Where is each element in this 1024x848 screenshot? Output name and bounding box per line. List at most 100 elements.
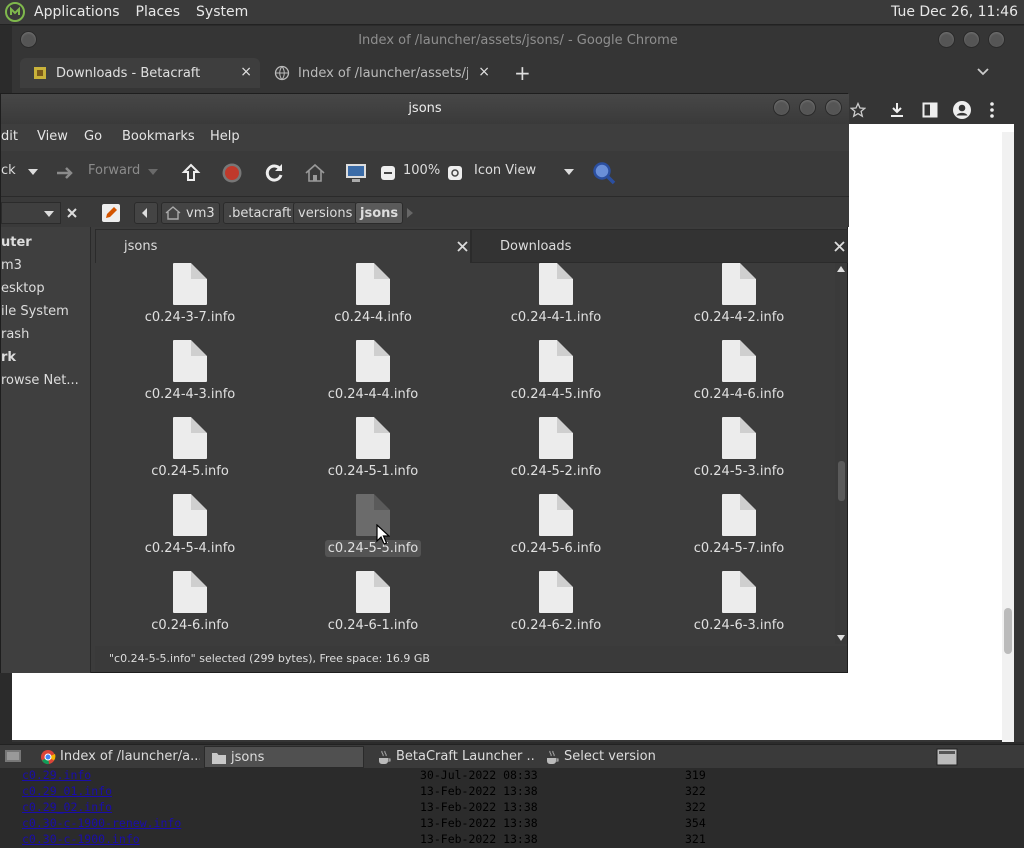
home-icon[interactable] bbox=[304, 163, 326, 183]
menu-edit[interactable]: dit bbox=[1, 129, 18, 144]
mate-logo-icon[interactable] bbox=[4, 1, 26, 23]
new-tab-icon[interactable]: + bbox=[514, 61, 531, 85]
breadcrumb-back-icon[interactable] bbox=[134, 202, 158, 224]
zoom-level[interactable]: 100% bbox=[403, 163, 440, 178]
back-history-dropdown-icon[interactable] bbox=[27, 168, 39, 176]
sidebar-place-item[interactable]: esktop bbox=[1, 281, 45, 296]
download-icon[interactable] bbox=[888, 101, 906, 119]
search-icon[interactable] bbox=[591, 160, 617, 186]
breadcrumb-vm3[interactable]: vm3 bbox=[161, 202, 220, 224]
file-item[interactable]: c0.24-5.info bbox=[115, 417, 265, 480]
sidebar-place-item[interactable]: rowse Net... bbox=[1, 373, 79, 388]
file-item[interactable]: c0.24-6.info bbox=[115, 571, 265, 634]
breadcrumb-betacraft[interactable]: .betacraft bbox=[223, 202, 297, 224]
close-tab-icon[interactable]: × bbox=[240, 64, 252, 80]
stop-icon[interactable] bbox=[221, 162, 243, 184]
tab-downloads-betacraft[interactable]: Downloads - Betacraft × bbox=[20, 58, 260, 88]
file-link[interactable]: c0.29_02.info bbox=[22, 800, 112, 814]
scrollbar-thumb[interactable] bbox=[1004, 608, 1012, 654]
close-tab-icon[interactable]: × bbox=[478, 64, 490, 80]
file-item[interactable]: c0.24-4-5.info bbox=[481, 340, 631, 403]
workspace-switcher-icon[interactable] bbox=[936, 748, 958, 766]
file-item[interactable]: c0.24-5-6.info bbox=[481, 494, 631, 557]
taskbar-item[interactable]: Select version bbox=[538, 746, 708, 768]
file-link[interactable]: c0.30-c-1900.info bbox=[22, 832, 140, 846]
side-panel-icon[interactable] bbox=[922, 102, 938, 118]
sidebar-place-item[interactable]: rash bbox=[1, 327, 29, 342]
breadcrumb-versions[interactable]: versions bbox=[293, 202, 358, 224]
sidebar-place-item[interactable]: ile System bbox=[1, 304, 69, 319]
close-sidebar-icon[interactable] bbox=[65, 206, 79, 220]
maximize-button[interactable] bbox=[799, 99, 816, 116]
close-button[interactable] bbox=[988, 31, 1005, 48]
chevron-down-icon[interactable] bbox=[976, 66, 990, 78]
file-item[interactable]: c0.24-5-7.info bbox=[664, 494, 814, 557]
file-item[interactable]: c0.24-5-1.info bbox=[298, 417, 448, 480]
menu-help[interactable]: Help bbox=[210, 129, 240, 144]
scroll-up-icon[interactable] bbox=[836, 265, 846, 273]
file-item[interactable]: c0.24-3-7.info bbox=[115, 263, 265, 326]
scrollbar-thumb[interactable] bbox=[838, 461, 845, 501]
clock[interactable]: Tue Dec 26, 11:46 bbox=[891, 0, 1018, 25]
minimize-button[interactable] bbox=[938, 31, 955, 48]
profile-icon[interactable] bbox=[952, 100, 972, 120]
close-button[interactable] bbox=[825, 99, 842, 116]
menu-system[interactable]: System bbox=[188, 0, 256, 25]
minimize-button[interactable] bbox=[773, 99, 790, 116]
view-mode-select[interactable]: Icon View bbox=[474, 163, 536, 178]
file-name: c0.24-4.info bbox=[334, 310, 412, 325]
menu-applications[interactable]: Applications bbox=[26, 0, 128, 25]
file-item[interactable]: c0.24-4.info bbox=[298, 263, 448, 326]
scroll-down-icon[interactable] bbox=[836, 634, 846, 642]
menu-view[interactable]: View bbox=[37, 129, 68, 144]
taskbar-item[interactable]: jsons bbox=[204, 746, 364, 768]
taskbar-item[interactable]: BetaCraft Launcher ... bbox=[370, 746, 536, 768]
file-item[interactable]: c0.24-4-4.info bbox=[298, 340, 448, 403]
computer-icon[interactable] bbox=[344, 161, 368, 185]
close-tab-icon[interactable] bbox=[457, 241, 468, 252]
file-item[interactable]: c0.24-6-1.info bbox=[298, 571, 448, 634]
bookmark-star-icon[interactable] bbox=[850, 102, 866, 118]
forward-history-dropdown-icon[interactable] bbox=[147, 168, 159, 176]
breadcrumb-forward-icon[interactable] bbox=[405, 207, 415, 219]
file-item[interactable]: c0.24-6-3.info bbox=[664, 571, 814, 634]
file-view-scrollbar[interactable] bbox=[835, 263, 847, 644]
taskbar-item[interactable]: Index of /launcher/a... bbox=[34, 746, 200, 768]
zoom-out-icon[interactable] bbox=[380, 165, 396, 181]
show-desktop-icon[interactable] bbox=[4, 748, 22, 766]
tab-downloads[interactable]: Downloads bbox=[471, 229, 848, 263]
menu-bookmarks[interactable]: Bookmarks bbox=[122, 129, 195, 144]
maximize-button[interactable] bbox=[963, 31, 980, 48]
edit-location-icon[interactable] bbox=[101, 203, 121, 223]
menu-places[interactable]: Places bbox=[128, 0, 189, 25]
file-link[interactable]: c0.29.info bbox=[22, 768, 91, 782]
forward-button[interactable]: Forward bbox=[88, 163, 140, 178]
file-item[interactable]: c0.24-4-1.info bbox=[481, 263, 631, 326]
file-link[interactable]: c0.29_01.info bbox=[22, 784, 112, 798]
up-arrow-icon[interactable] bbox=[181, 162, 201, 184]
sidebar-place-item[interactable]: m3 bbox=[1, 258, 22, 273]
more-menu-icon[interactable] bbox=[988, 101, 996, 119]
chevron-down-icon[interactable] bbox=[43, 210, 55, 218]
file-item[interactable]: c0.24-4-3.info bbox=[115, 340, 265, 403]
close-tab-icon[interactable] bbox=[834, 241, 845, 252]
file-item[interactable]: c0.24-5-3.info bbox=[664, 417, 814, 480]
tab-jsons[interactable]: jsons bbox=[95, 229, 471, 263]
file-item[interactable]: c0.24-5-4.info bbox=[115, 494, 265, 557]
back-button[interactable]: ck bbox=[1, 163, 16, 178]
tab-index-launcher[interactable]: Index of /launcher/assets/json × bbox=[268, 58, 498, 88]
page-scrollbar[interactable] bbox=[1002, 132, 1014, 742]
file-item[interactable]: c0.24-4-2.info bbox=[664, 263, 814, 326]
file-item[interactable]: c0.24-5-5.info bbox=[298, 494, 448, 557]
file-document-icon bbox=[722, 494, 756, 536]
file-link[interactable]: c0.30-c-1900-renew.info bbox=[22, 816, 181, 830]
view-mode-dropdown-icon[interactable] bbox=[563, 168, 575, 176]
file-item[interactable]: c0.24-6-2.info bbox=[481, 571, 631, 634]
zoom-in-icon[interactable] bbox=[447, 165, 463, 181]
breadcrumb-jsons[interactable]: jsons bbox=[355, 202, 404, 224]
menu-go[interactable]: Go bbox=[84, 129, 102, 144]
file-item[interactable]: c0.24-4-6.info bbox=[664, 340, 814, 403]
reload-icon[interactable] bbox=[263, 162, 285, 184]
file-name: c0.24-5-1.info bbox=[327, 464, 419, 479]
file-item[interactable]: c0.24-5-2.info bbox=[481, 417, 631, 480]
